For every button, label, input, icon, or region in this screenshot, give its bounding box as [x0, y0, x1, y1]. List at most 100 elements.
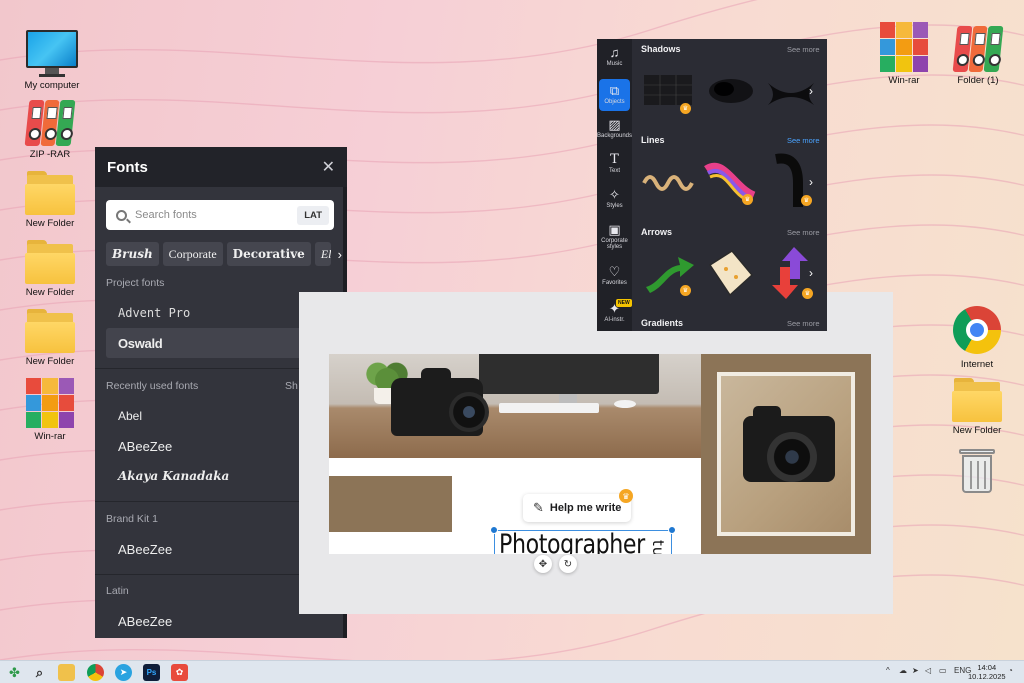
rail-item-styles[interactable]: ✧ Styles — [597, 187, 632, 209]
framed-camera-photo[interactable] — [701, 354, 871, 554]
premium-crown-icon: ♛ — [680, 103, 691, 114]
brown-rectangle[interactable] — [329, 476, 452, 532]
chip-brush[interactable]: Brush — [106, 242, 159, 266]
desktop-icon-label: Folder (1) — [957, 75, 999, 86]
search-icon[interactable]: ⌕ — [31, 664, 48, 681]
file-explorer-icon[interactable] — [58, 664, 75, 681]
move-icon[interactable]: ✥ — [534, 555, 552, 573]
rail-item-ai-instruments[interactable]: NEW ✦ AI-instr. — [597, 299, 632, 323]
desktop-icon-label: Win-rar — [888, 75, 920, 86]
resize-handle-top-left[interactable] — [490, 526, 498, 534]
line-thumb-wave[interactable] — [642, 157, 696, 205]
resize-handle-top-right[interactable] — [668, 526, 676, 534]
vertical-tutorials-text[interactable]: tutorials — [649, 540, 667, 554]
help-me-write-label: Help me write — [549, 502, 622, 514]
premium-crown-icon: ♛ — [619, 489, 633, 503]
rail-item-favorites[interactable]: ♡ Favorites — [597, 264, 632, 286]
line-thumb-black-curve[interactable] — [772, 153, 826, 207]
monitor-tray-icon[interactable]: ▭ — [939, 666, 947, 675]
chrome-icon[interactable] — [87, 664, 104, 681]
clock[interactable]: 14:04 10.12.2025 — [968, 663, 1006, 681]
desktop-icon-label: New Folder — [25, 287, 75, 298]
desktop-icon-internet[interactable]: Internet — [945, 306, 1009, 370]
desktop-icon-label: ZIP -RAR — [29, 149, 71, 160]
chip-corporate[interactable]: Corporate — [162, 242, 223, 266]
rail-label: Music — [606, 61, 623, 67]
desktop-icon-new-folder-2[interactable]: New Folder — [18, 237, 82, 298]
fonts-panel-header: Fonts ✕ — [95, 147, 347, 187]
shadow-thumb-2[interactable] — [704, 69, 758, 117]
rail-item-objects[interactable]: ⧉ Objects — [599, 79, 630, 111]
clock-time: 14:04 — [977, 663, 997, 672]
network-icon[interactable]: ☁ — [899, 666, 907, 675]
lines-next-arrow[interactable]: › — [809, 175, 813, 189]
desktop-icon-zip-rar[interactable]: ZIP -RAR — [18, 100, 82, 160]
shadows-next-arrow[interactable]: › — [809, 84, 813, 98]
corporate-styles-icon: ▣ — [608, 222, 621, 237]
rail-item-backgrounds[interactable]: ▨ Backgrounds — [597, 117, 632, 139]
rail-label: Objects — [604, 99, 625, 105]
font-search-box: LAT — [106, 200, 334, 230]
desk-camera-photo[interactable] — [329, 354, 701, 458]
app-icon[interactable]: ✿ — [171, 664, 188, 681]
arrows-next-arrow[interactable]: › — [809, 266, 813, 280]
desktop-icon-new-folder-right[interactable]: New Folder — [945, 375, 1009, 436]
new-badge: NEW — [616, 299, 632, 307]
rail-label: Backgrounds — [597, 133, 633, 139]
elements-side-rail: ♫ Music ⧉ Objects ▨ Backgrounds T Text ✧… — [597, 39, 632, 331]
text-icon: T — [610, 152, 619, 167]
close-icon[interactable]: ✕ — [322, 157, 335, 177]
chrome-icon — [953, 306, 1001, 354]
telegram-icon[interactable]: ➤ — [115, 664, 132, 681]
see-more-shadows-link[interactable]: See more — [787, 45, 820, 54]
rail-item-music[interactable]: ♫ Music — [597, 45, 632, 67]
binders-icon — [952, 26, 1004, 72]
headline-line-1[interactable]: Photographer — [499, 529, 645, 554]
styles-icon: ✧ — [609, 187, 620, 202]
start-menu-icon[interactable]: ✤ — [6, 664, 23, 681]
see-more-gradients-link[interactable]: See more — [787, 319, 820, 328]
elements-panel: ♫ Music ⧉ Objects ▨ Backgrounds T Text ✧… — [597, 39, 827, 331]
desktop-icon-label: New Folder — [25, 218, 75, 229]
font-category-chips: Brush Corporate Decorative Eleg › — [106, 242, 344, 266]
recent-fonts-heading: Recently used fonts — [106, 380, 199, 392]
zip-rar-icon — [24, 100, 76, 146]
design-canvas[interactable]: ✎ Help me write ♛ Photographer retoucher… — [329, 354, 871, 554]
telegram-tray-icon[interactable]: ➤ — [912, 666, 919, 675]
chip-decorative[interactable]: Decorative — [226, 242, 311, 266]
fonts-panel-title: Fonts — [107, 158, 148, 176]
see-more-arrows-link[interactable]: See more — [787, 228, 820, 237]
rail-label: Styles — [606, 203, 623, 209]
rotate-icon[interactable]: ↻ — [559, 555, 577, 573]
computer-icon — [20, 30, 84, 77]
canvas-area: ✎ Help me write ♛ Photographer retoucher… — [299, 292, 893, 614]
desktop-icon-folder-1[interactable]: Folder (1) — [946, 26, 1010, 86]
font-search-input[interactable] — [135, 209, 298, 221]
rail-item-corporate-styles[interactable]: ▣ Corporate styles — [597, 222, 632, 250]
selected-text-box[interactable]: Photographer retoucher — [490, 526, 676, 554]
tray-chevron-icon[interactable]: ^ — [886, 666, 890, 675]
photoshop-icon[interactable]: Ps — [143, 664, 160, 681]
arrow-thumb-up-down[interactable] — [768, 245, 822, 299]
desktop-icon-new-folder-1[interactable]: New Folder — [18, 168, 82, 229]
rail-label: AI-instr. — [604, 317, 625, 323]
help-me-write-button[interactable]: ✎ Help me write — [523, 494, 632, 522]
winrar-icon — [26, 378, 74, 428]
lat-toggle-button[interactable]: LAT — [297, 205, 329, 225]
desktop-icon-winrar-right[interactable]: Win-rar — [872, 22, 936, 86]
brand-kit-heading: Brand Kit 1 — [106, 513, 158, 525]
arrow-thumb-paper[interactable] — [704, 247, 758, 297]
chip-elegant[interactable]: Eleg — [314, 242, 332, 266]
desktop-icon-label: Internet — [960, 359, 994, 370]
desktop-icon-my-computer[interactable]: My computer — [20, 30, 84, 91]
folder-icon — [25, 309, 75, 353]
recent-show-all-link[interactable]: Sh — [285, 380, 298, 392]
desktop-icon-label: Win-rar — [34, 431, 66, 442]
desktop-icon-recycle-bin[interactable] — [945, 447, 1009, 496]
volume-icon[interactable]: ◁ — [925, 666, 931, 675]
desktop-icon-winrar[interactable]: Win-rar — [18, 378, 82, 442]
notifications-icon[interactable]: ◔ — [1008, 666, 1013, 675]
desktop-icon-new-folder-3[interactable]: New Folder — [18, 306, 82, 367]
rail-item-text[interactable]: T Text — [597, 152, 632, 174]
see-more-lines-link[interactable]: See more — [787, 136, 820, 145]
